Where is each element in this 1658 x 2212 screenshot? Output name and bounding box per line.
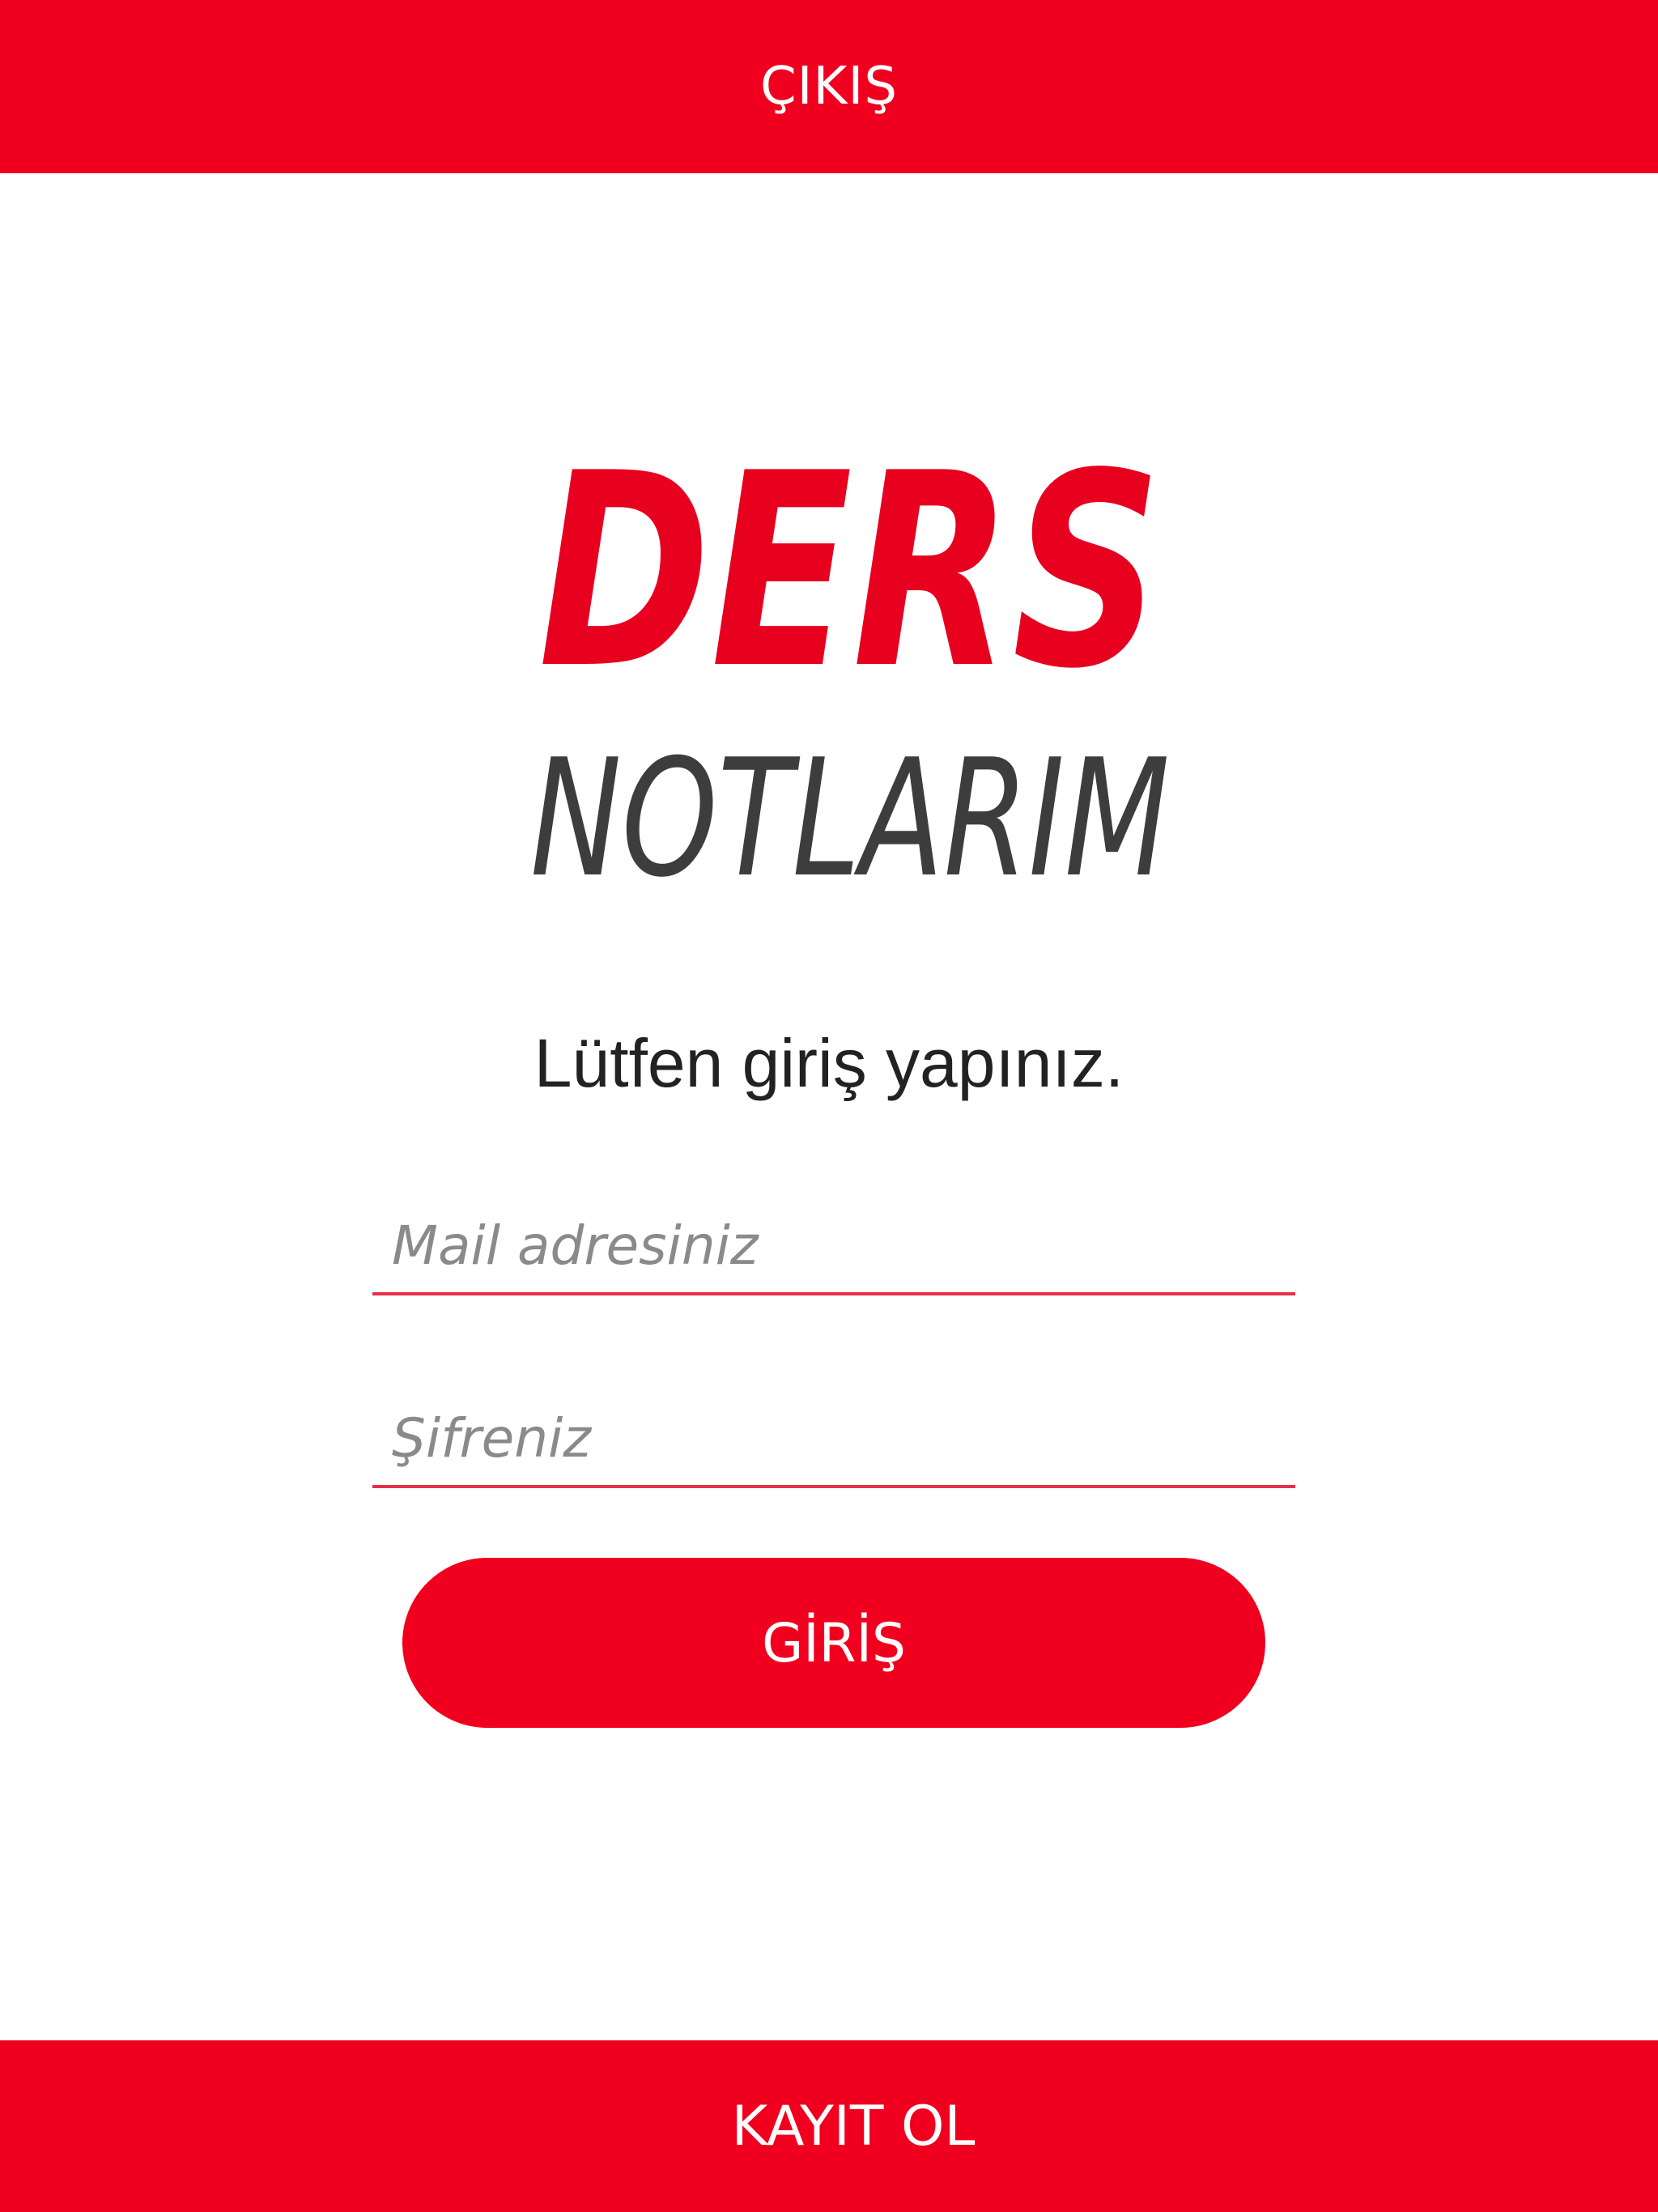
logo-line1: DERS [538,416,1162,727]
register-button[interactable]: KAYIT OL [0,2040,1658,2212]
password-field[interactable] [372,1391,1295,1485]
exit-label: ÇIKIŞ [759,57,899,117]
email-field-container [372,1198,1295,1295]
login-prompt: Lütfen giriş yapınız. [534,1025,1124,1101]
password-field-container [372,1391,1295,1488]
register-label: KAYIT OL [731,2094,976,2159]
login-button[interactable]: GİRİŞ [402,1558,1265,1728]
login-button-label: GİRİŞ [762,1611,906,1674]
app-logo: DERS NOTLARIM [518,389,1182,913]
email-field[interactable] [372,1198,1295,1292]
login-screen: ÇIKIŞ DERS NOTLARIM Lütfen giriş yapınız… [0,0,1658,2212]
logo-line2: NOTLARIM [530,725,1170,891]
exit-button[interactable]: ÇIKIŞ [0,0,1658,173]
